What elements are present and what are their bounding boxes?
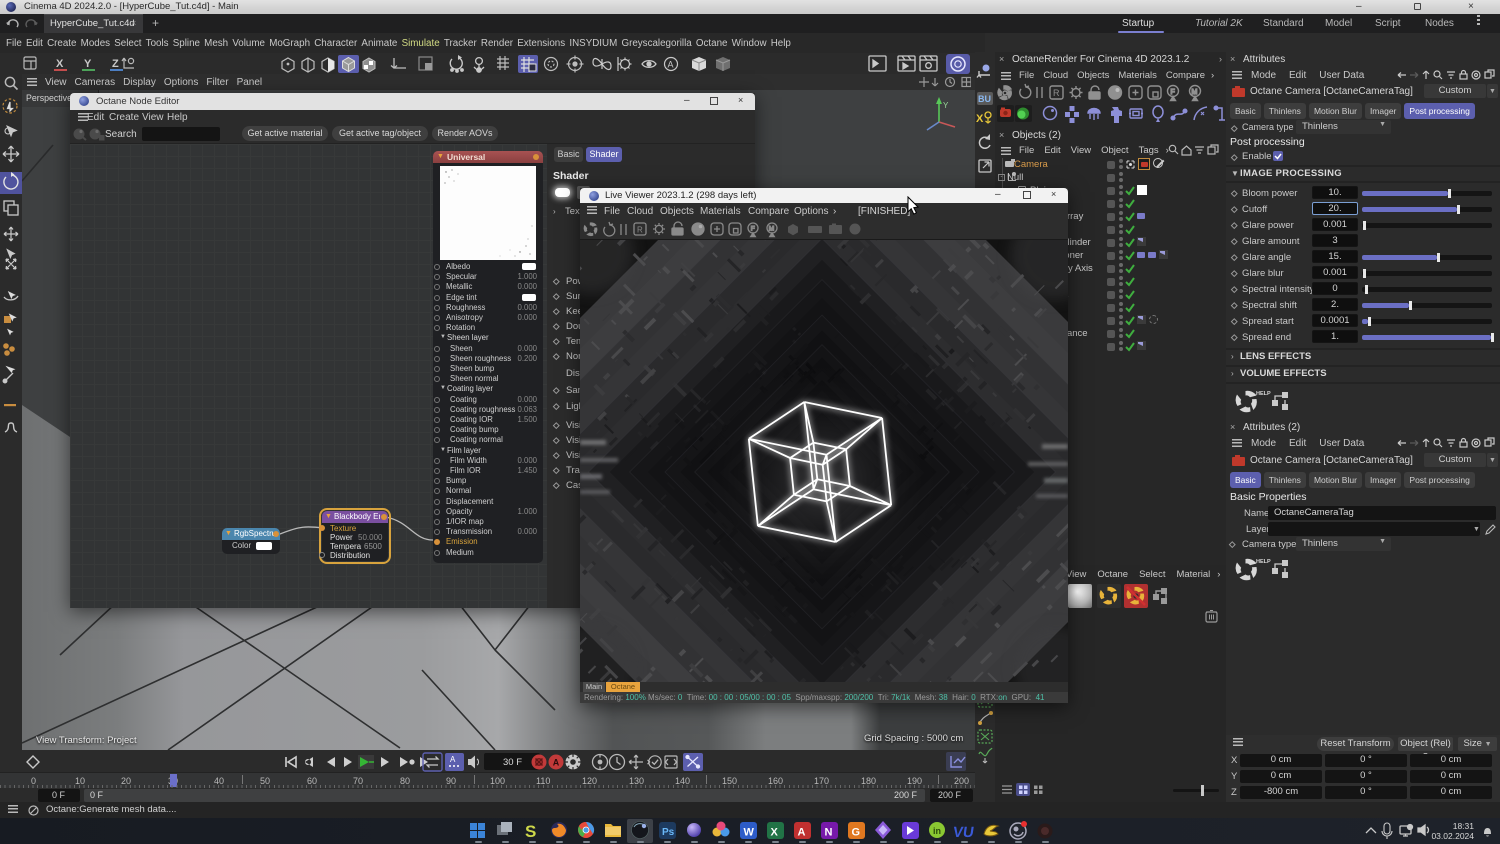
svg-text:R: R [1053, 88, 1060, 98]
svg-text:A: A [450, 755, 456, 764]
svg-text:HELP: HELP [1256, 391, 1271, 397]
svg-text:30 F: 30 F [503, 757, 522, 768]
svg-text:Ps: Ps [662, 827, 675, 838]
svg-text:N: N [825, 827, 833, 839]
svg-text:03.02.2024: 03.02.2024 [1431, 831, 1474, 841]
svg-text:HELP: HELP [1256, 559, 1271, 565]
svg-text:A: A [668, 60, 674, 70]
svg-text:in: in [933, 826, 941, 836]
svg-text:F: F [751, 226, 755, 233]
svg-text:R: R [637, 226, 643, 235]
svg-text:X: X [976, 113, 984, 125]
svg-text:Y: Y [943, 101, 949, 110]
svg-text:S: S [525, 822, 536, 841]
svg-text:W: W [744, 827, 755, 839]
svg-text:A: A [798, 827, 806, 839]
svg-text:G: G [852, 827, 861, 839]
svg-text:VU: VU [952, 824, 975, 841]
svg-text:18:31: 18:31 [1453, 821, 1475, 831]
svg-text:F: F [1171, 89, 1175, 96]
svg-text:M: M [769, 226, 774, 233]
svg-text:A: A [553, 758, 560, 768]
svg-text:X: X [771, 827, 779, 839]
svg-text:BU: BU [978, 94, 991, 104]
svg-text:Z: Z [112, 58, 119, 70]
svg-text:X: X [56, 58, 64, 70]
svg-text:M: M [1192, 89, 1198, 96]
svg-text:Y: Y [84, 58, 92, 70]
